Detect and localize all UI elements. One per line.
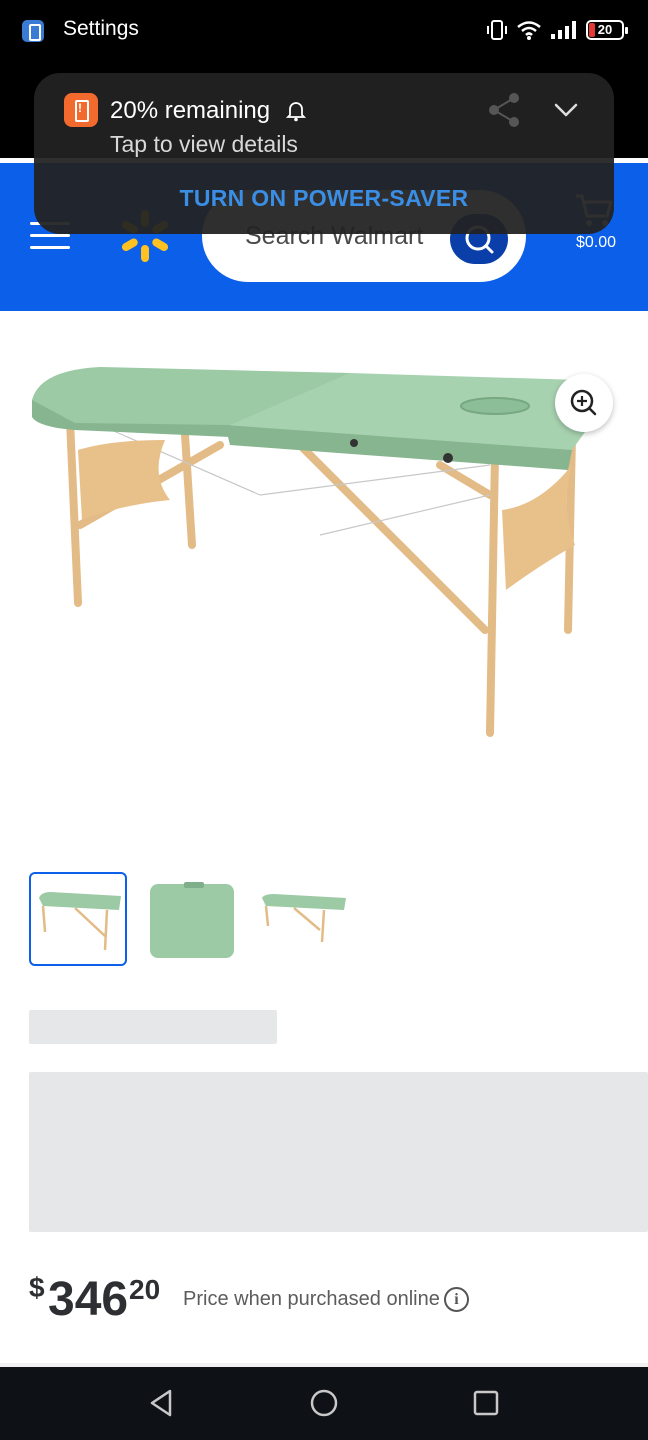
signal-icon bbox=[551, 21, 576, 39]
price-note: Price when purchased online bbox=[183, 1288, 440, 1310]
price-cents: 20 bbox=[129, 1274, 161, 1305]
share-icon bbox=[489, 93, 519, 127]
title-placeholder bbox=[29, 1010, 277, 1044]
vibrate-icon bbox=[487, 20, 507, 40]
table-side-thumb-icon bbox=[262, 894, 346, 943]
price-currency: $ bbox=[29, 1272, 45, 1303]
home-icon[interactable] bbox=[304, 1383, 344, 1423]
status-icons: 20 bbox=[486, 18, 628, 42]
details-placeholder bbox=[29, 1072, 648, 1232]
notification-subtitle: Tap to view details bbox=[110, 131, 298, 157]
thumbnail-table-side[interactable] bbox=[254, 872, 352, 966]
info-icon[interactable]: i bbox=[444, 1287, 469, 1312]
notification-title: 20% remaining bbox=[110, 97, 271, 124]
status-app-title: Settings bbox=[63, 17, 139, 40]
system-nav-bar bbox=[0, 1367, 648, 1440]
low-battery-icon bbox=[64, 93, 98, 127]
status-bar: Settings 20 bbox=[0, 0, 648, 62]
zoom-in-icon bbox=[570, 389, 597, 416]
bell-icon bbox=[286, 102, 306, 122]
chevron-down-icon[interactable] bbox=[552, 99, 580, 121]
thumbnail-folded-table[interactable] bbox=[142, 872, 240, 966]
battery-notification[interactable]: 20% remaining Tap to view details TURN O… bbox=[34, 73, 614, 234]
zoom-button[interactable] bbox=[555, 374, 613, 432]
back-icon[interactable] bbox=[142, 1383, 182, 1423]
price-whole: 346 bbox=[48, 1273, 129, 1326]
settings-app-icon bbox=[22, 20, 44, 42]
thumbnail-massage-table[interactable] bbox=[29, 872, 127, 966]
power-saver-button[interactable]: TURN ON POWER-SAVER bbox=[34, 185, 614, 212]
folded-table-thumb-icon bbox=[150, 882, 234, 958]
battery-icon: 20 bbox=[586, 20, 628, 40]
massage-table-image[interactable] bbox=[20, 345, 620, 745]
wifi-icon bbox=[517, 21, 541, 40]
massage-table-thumb-icon bbox=[39, 892, 121, 951]
cart-total[interactable]: $0.00 bbox=[576, 234, 616, 252]
recents-icon[interactable] bbox=[466, 1383, 506, 1423]
